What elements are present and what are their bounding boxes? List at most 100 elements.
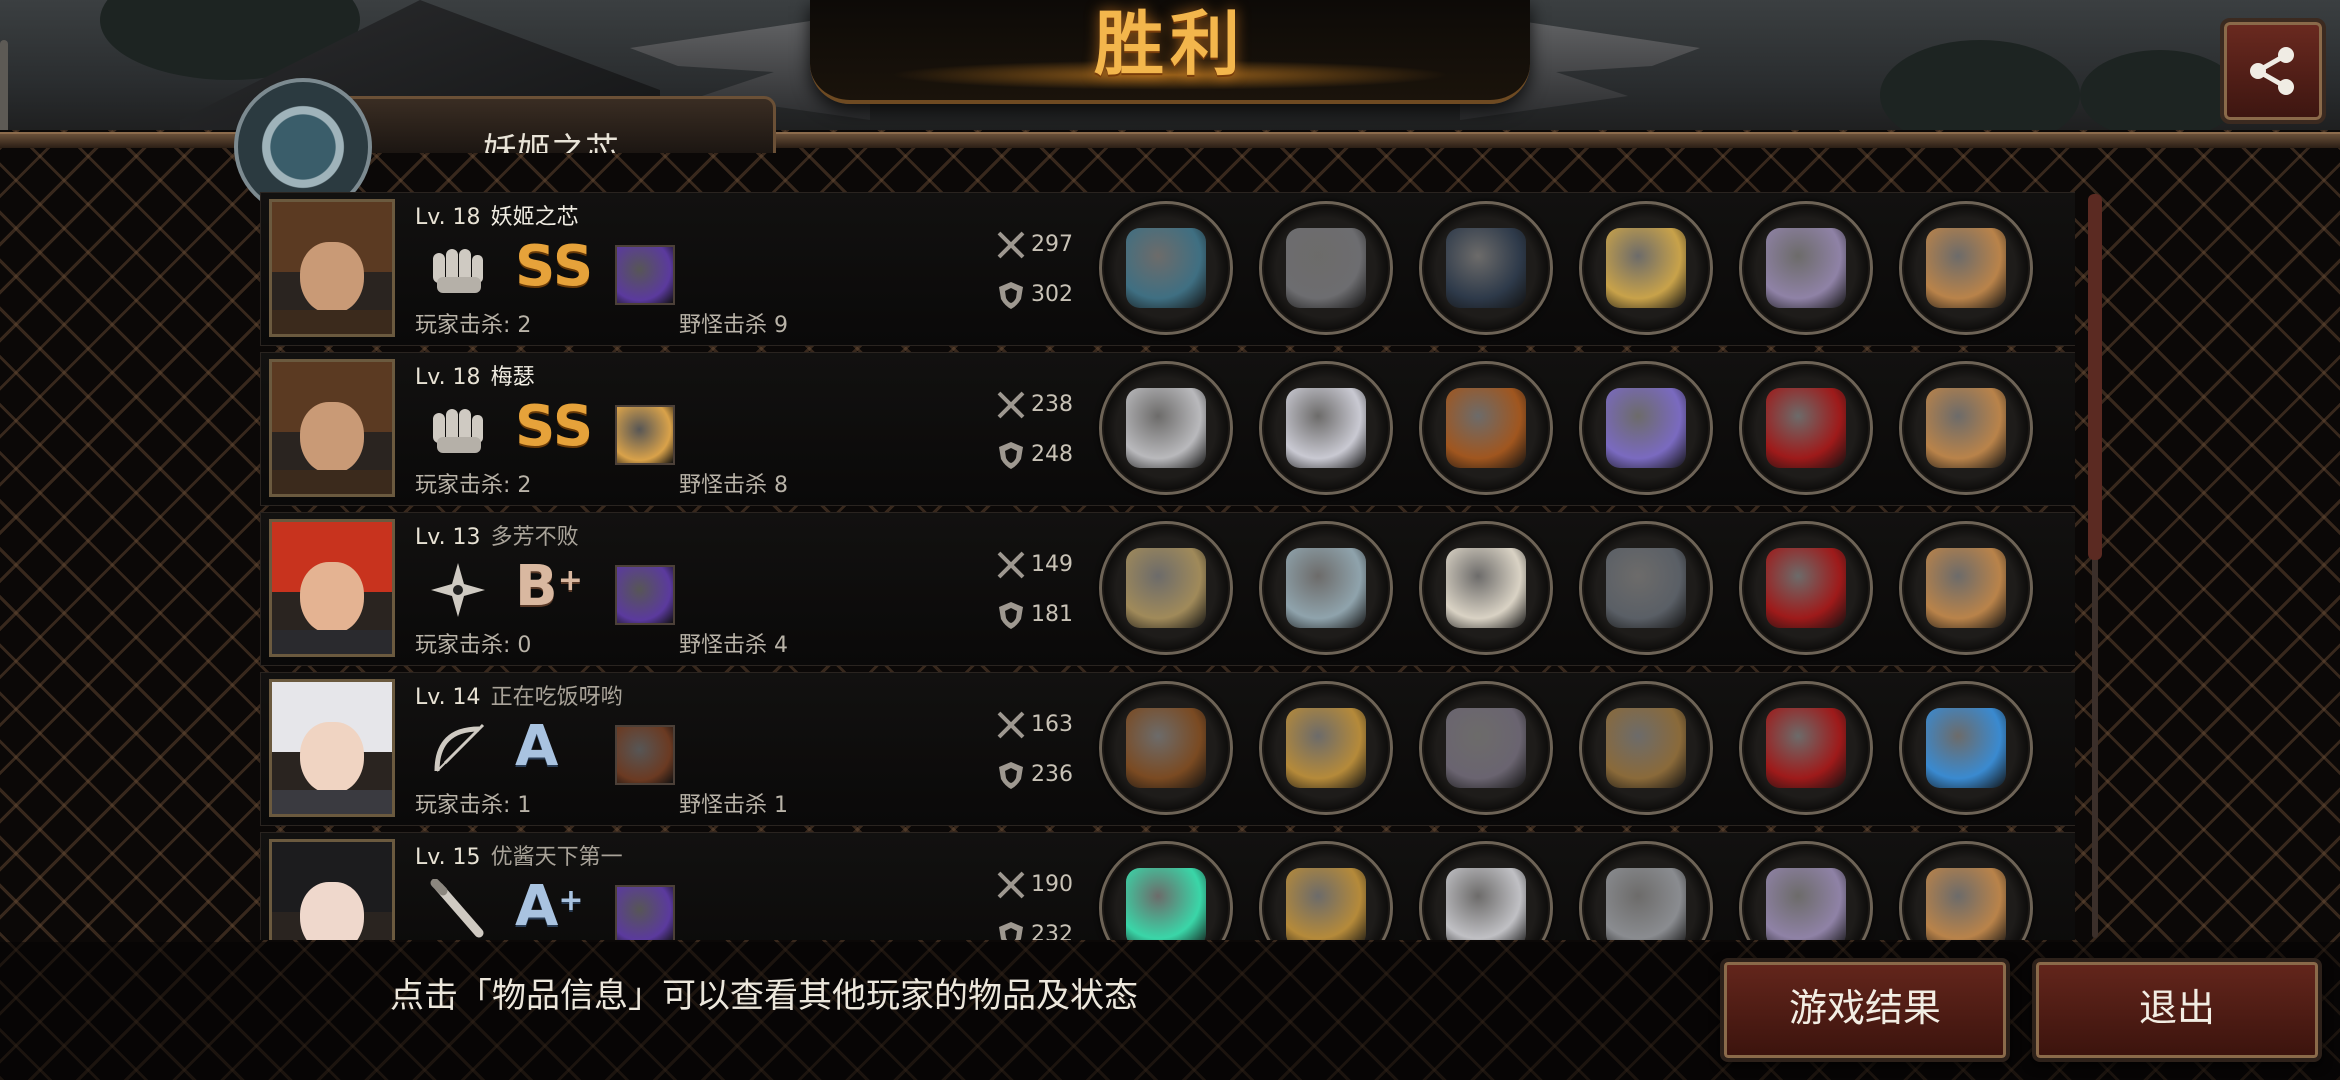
monster-kills: 野怪击杀 4 bbox=[679, 627, 788, 659]
player-portrait[interactable] bbox=[269, 199, 395, 337]
grade-letter: SS bbox=[515, 394, 594, 459]
equipment-slot[interactable] bbox=[1099, 521, 1233, 655]
grade-badge: SS bbox=[515, 395, 595, 459]
bronze-armor-icon bbox=[1446, 388, 1526, 468]
defense-stat: 302 bbox=[995, 279, 1073, 311]
shield-icon bbox=[999, 762, 1023, 789]
skill-icon[interactable] bbox=[615, 565, 675, 625]
equipment-slot[interactable] bbox=[1739, 361, 1873, 495]
knight-helmet-icon bbox=[1286, 228, 1366, 308]
defense-stat: 232 bbox=[995, 919, 1073, 940]
grade-badge: SS bbox=[515, 235, 595, 299]
bronze-disc-icon bbox=[1126, 548, 1206, 628]
skill-icon[interactable] bbox=[615, 405, 675, 465]
victory-title: 胜利 bbox=[1094, 3, 1246, 85]
equipment-slot[interactable] bbox=[1099, 361, 1233, 495]
equipment-slot[interactable] bbox=[1739, 201, 1873, 335]
monster-kills-value: 9 bbox=[774, 313, 789, 338]
player-row[interactable]: Lv. 15优酱天下第一 A+ 玩家击杀: 野怪击杀 190 232 bbox=[260, 832, 2075, 940]
share-button[interactable] bbox=[2220, 18, 2326, 124]
equipment-slot[interactable] bbox=[1579, 681, 1713, 815]
equipment-slot[interactable] bbox=[1419, 361, 1553, 495]
defense-stat: 236 bbox=[995, 759, 1073, 791]
equipment-slot[interactable] bbox=[1419, 201, 1553, 335]
skill-icon[interactable] bbox=[615, 725, 675, 785]
attack-stat: 238 bbox=[995, 389, 1073, 421]
supply-box-icon bbox=[1926, 228, 2006, 308]
player-level-name: Lv. 13 多芳不败 bbox=[415, 519, 579, 551]
player-row[interactable]: Lv. 18 妖姬之芯 SS 玩家击杀: 2 野怪击杀 9 297 302 bbox=[260, 192, 2075, 346]
attack-stat: 297 bbox=[995, 229, 1073, 261]
equipment-slot[interactable] bbox=[1899, 681, 2033, 815]
monster-kills: 野怪击杀 9 bbox=[679, 307, 788, 339]
player-portrait[interactable] bbox=[269, 519, 395, 657]
player-kills-label: 玩家击杀: bbox=[415, 793, 511, 818]
player-portrait[interactable] bbox=[269, 679, 395, 817]
fist-icon bbox=[427, 239, 489, 301]
crossed-swords-icon bbox=[997, 871, 1025, 899]
wrist-watch-icon bbox=[1606, 548, 1686, 628]
twin-lightsaber-icon bbox=[1126, 868, 1206, 940]
equipment-slot[interactable] bbox=[1899, 841, 2033, 940]
player-level: Lv. 18 bbox=[415, 205, 481, 230]
equipment-slot[interactable] bbox=[1419, 841, 1553, 940]
sapphire-ring-icon bbox=[1926, 708, 2006, 788]
equipment-slot[interactable] bbox=[1739, 841, 1873, 940]
equipment-slot[interactable] bbox=[1259, 841, 1393, 940]
exit-button[interactable]: 退出 bbox=[2032, 958, 2322, 1062]
player-name: 妖姬之芯 bbox=[490, 205, 579, 230]
player-list[interactable]: Lv. 18 妖姬之芯 SS 玩家击杀: 2 野怪击杀 9 297 302 Lv… bbox=[260, 192, 2075, 940]
game-results-button[interactable]: 游戏结果 bbox=[1720, 958, 2010, 1062]
crossbow-icon bbox=[1126, 708, 1206, 788]
equipment-slot[interactable] bbox=[1899, 361, 2033, 495]
lightning-gauntlet-icon bbox=[1606, 388, 1686, 468]
monster-kills-label: 野怪击杀 bbox=[679, 793, 768, 818]
defense-value: 232 bbox=[1031, 922, 1073, 940]
grade-badge: B+ bbox=[515, 555, 595, 619]
equipment-slot[interactable] bbox=[1579, 201, 1713, 335]
skill-icon[interactable] bbox=[615, 245, 675, 305]
equipment-slot[interactable] bbox=[1899, 201, 2033, 335]
player-row[interactable]: Lv. 13 多芳不败 B+ 玩家击杀: 0 野怪击杀 4 149 181 bbox=[260, 512, 2075, 666]
player-level-name: Lv. 18 梅瑟 bbox=[415, 359, 535, 391]
player-portrait[interactable] bbox=[269, 839, 395, 940]
red-heels-icon bbox=[1766, 548, 1846, 628]
monster-kills-value: 1 bbox=[774, 793, 789, 818]
attack-stat: 190 bbox=[995, 869, 1073, 901]
scrollbar-thumb[interactable] bbox=[2088, 194, 2102, 560]
equipment-slot[interactable] bbox=[1739, 681, 1873, 815]
grade-letter: A bbox=[515, 714, 559, 779]
equipment-slot[interactable] bbox=[1099, 841, 1233, 940]
equipment-slot[interactable] bbox=[1259, 521, 1393, 655]
equipment-slot[interactable] bbox=[1259, 201, 1393, 335]
equipment-slot[interactable] bbox=[1259, 361, 1393, 495]
equipment-slot[interactable] bbox=[1899, 521, 2033, 655]
skill-icon[interactable] bbox=[615, 885, 675, 940]
purple-boots-icon bbox=[1766, 228, 1846, 308]
silver-armor-icon bbox=[1446, 868, 1526, 940]
equipment-slot[interactable] bbox=[1579, 841, 1713, 940]
share-icon bbox=[2250, 47, 2294, 95]
player-portrait[interactable] bbox=[269, 359, 395, 497]
equipment-slot[interactable] bbox=[1579, 361, 1713, 495]
equipment-slot[interactable] bbox=[1099, 201, 1233, 335]
player-row[interactable]: Lv. 14 正在吃饭呀哟 A 玩家击杀: 1 野怪击杀 1 163 236 bbox=[260, 672, 2075, 826]
equipment-slot[interactable] bbox=[1419, 521, 1553, 655]
defense-stat: 248 bbox=[995, 439, 1073, 471]
equipment-slot[interactable] bbox=[1579, 521, 1713, 655]
equipment-slot[interactable] bbox=[1259, 681, 1393, 815]
player-kills-value: 0 bbox=[517, 633, 532, 658]
equipment-slot[interactable] bbox=[1419, 681, 1553, 815]
monster-kills-label: 野怪击杀 bbox=[679, 633, 768, 658]
attack-value: 190 bbox=[1031, 872, 1073, 897]
silver-gauntlet-icon bbox=[1126, 388, 1206, 468]
equipment-slot[interactable] bbox=[1099, 681, 1233, 815]
team-plate: 妖姬之芯 bbox=[330, 96, 776, 153]
defense-value: 248 bbox=[1031, 442, 1073, 467]
hint-text: 点击「物品信息」可以查看其他玩家的物品及状态 bbox=[390, 976, 1138, 1016]
player-level: Lv. 14 bbox=[415, 685, 481, 710]
equipment-slot[interactable] bbox=[1739, 521, 1873, 655]
shield-icon bbox=[999, 602, 1023, 629]
player-row[interactable]: Lv. 18 梅瑟 SS 玩家击杀: 2 野怪击杀 8 238 248 bbox=[260, 352, 2075, 506]
monster-kills: 野怪击杀 8 bbox=[679, 467, 788, 499]
